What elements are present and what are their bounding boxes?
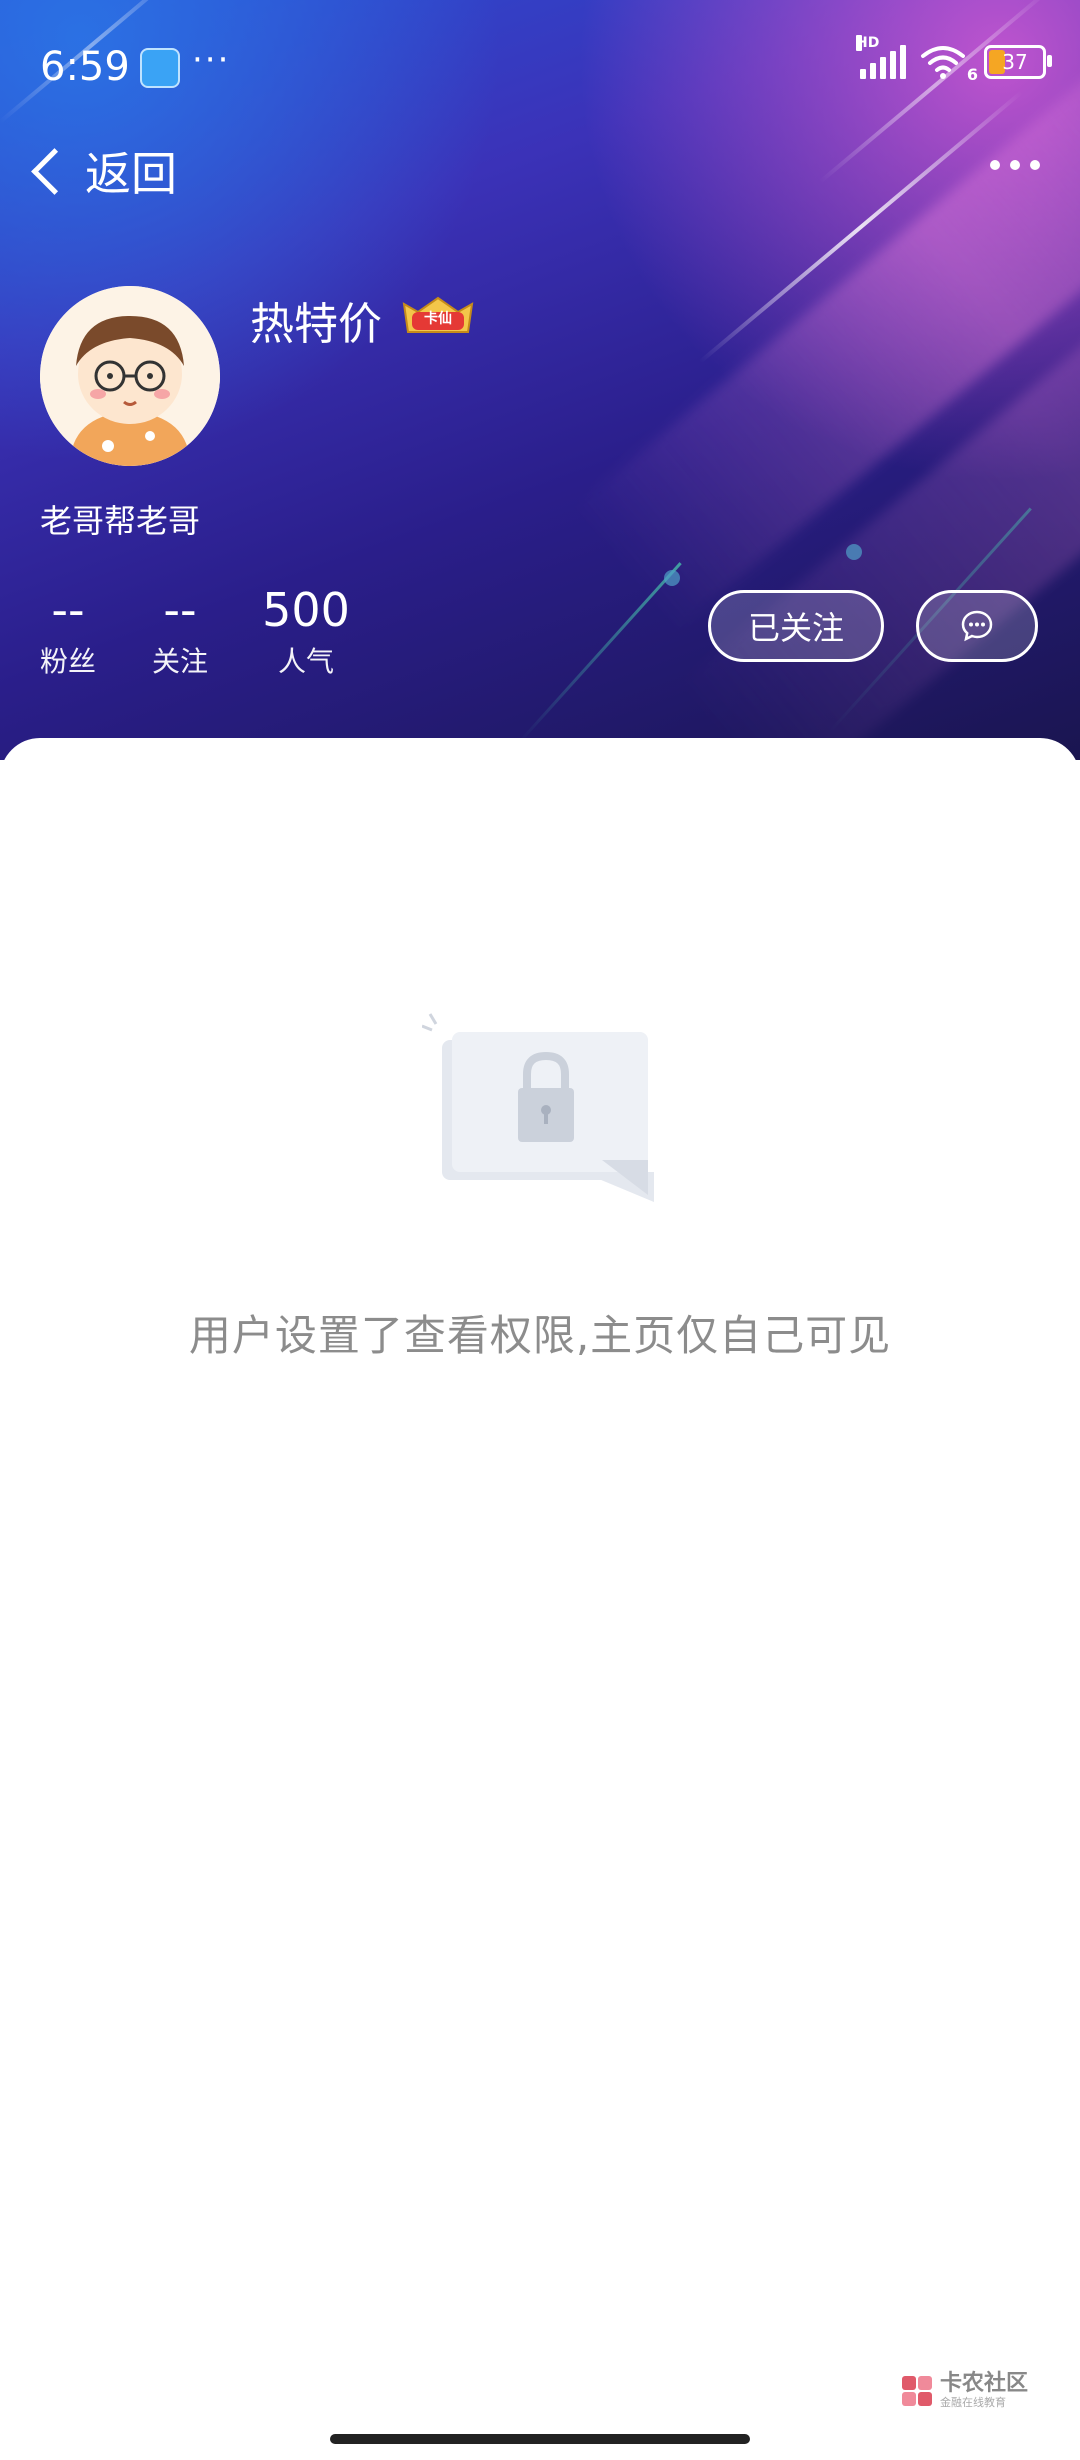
stat-value: -- — [163, 583, 197, 637]
stat-fans[interactable]: -- 粉丝 — [40, 582, 96, 680]
user-nickname: 热特价 — [250, 299, 382, 350]
message-button[interactable] — [916, 590, 1038, 662]
more-options-icon[interactable] — [990, 160, 1040, 170]
network-type-label: HD — [856, 35, 879, 51]
stat-label: 粉丝 — [40, 645, 97, 678]
stat-value: -- — [51, 583, 85, 637]
chat-bubble-icon — [961, 610, 993, 642]
home-indicator[interactable] — [330, 2434, 750, 2444]
stat-value: 500 — [262, 583, 350, 637]
content-panel — [0, 738, 1080, 2460]
badge-label: 卡仙 — [424, 311, 452, 327]
battery-level: 37 — [1002, 50, 1028, 74]
cellular-signal-icon: HD — [856, 35, 906, 79]
app-notification-icon — [140, 48, 180, 88]
watermark-title: 卡农社区 — [940, 2371, 1029, 2396]
stat-popularity: 500 人气 — [262, 582, 350, 680]
chevron-left-icon — [31, 147, 78, 195]
status-indicators: HD 6 37 — [856, 35, 1052, 84]
status-more-icon: ··· — [192, 40, 231, 80]
followed-button[interactable]: 已关注 — [708, 590, 884, 662]
logo-icon — [902, 2376, 932, 2406]
user-bio: 老哥帮老哥 — [40, 502, 201, 540]
watermark: 卡农社区 金融在线教育 — [900, 2372, 1028, 2410]
back-label: 返回 — [85, 147, 177, 201]
permission-message: 用户设置了查看权限,主页仅自己可见 — [188, 1311, 892, 1360]
watermark-subtitle: 金融在线教育 — [940, 2396, 1006, 2409]
avatar[interactable] — [40, 286, 220, 466]
stat-label: 关注 — [152, 645, 209, 678]
lock-icon — [421, 1010, 658, 1210]
wifi-version-label: 6 — [966, 65, 978, 84]
stat-label: 人气 — [277, 645, 334, 678]
wifi-icon: 6 — [920, 44, 978, 84]
stat-following[interactable]: -- 关注 — [152, 582, 208, 680]
level-badge-icon: 卡仙 — [398, 294, 478, 338]
battery-icon: 37 — [984, 45, 1052, 79]
back-button[interactable]: 返回 — [24, 138, 177, 204]
status-time: 6:59 — [40, 44, 130, 90]
